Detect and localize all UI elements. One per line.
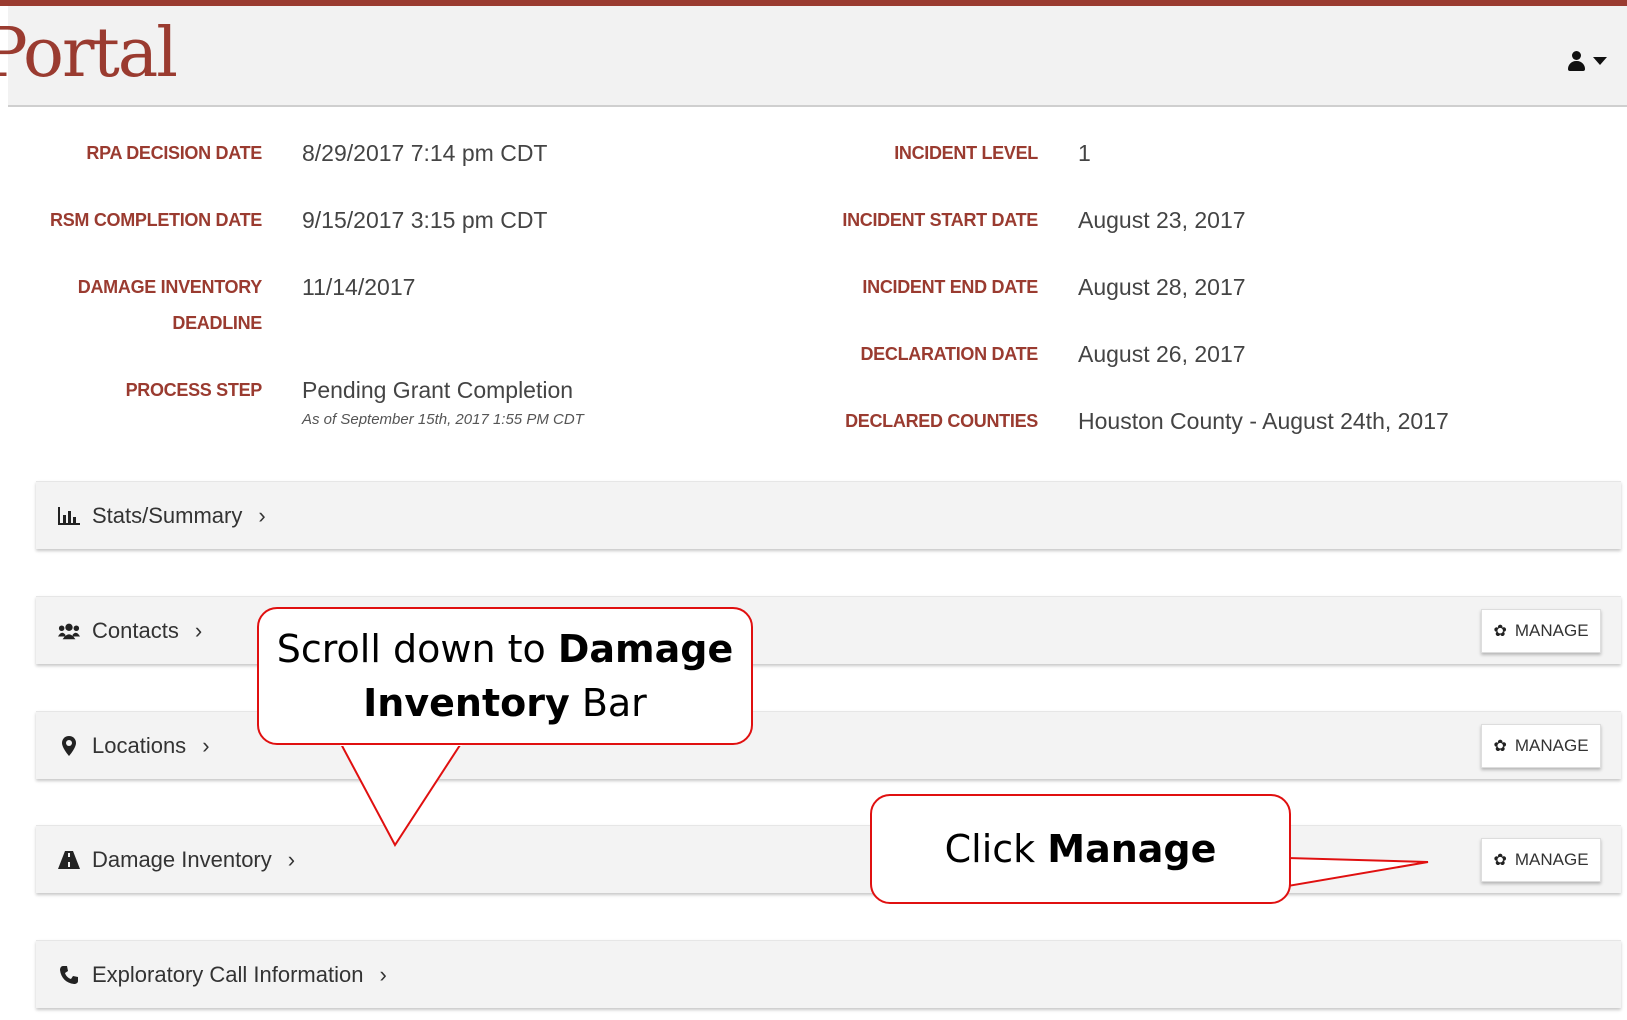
rsm-completion-date-value: 9/15/2017 3:15 pm CDT [302, 207, 548, 233]
section-label: Stats/Summary [92, 503, 243, 528]
section-label: Exploratory Call Information [92, 962, 364, 987]
contacts-manage-button[interactable]: ✿ MANAGE [1481, 609, 1601, 653]
rpa-decision-date-value: 8/29/2017 7:14 pm CDT [302, 140, 548, 166]
section-damage-inventory[interactable]: Damage Inventory › ✿ MANAGE [36, 825, 1621, 893]
users-icon [58, 620, 80, 642]
incident-end-date-label: INCIDENT END DATE [862, 277, 1038, 297]
section-label: Damage Inventory [92, 847, 272, 872]
bar-chart-icon [58, 505, 80, 527]
incident-level-value: 1 [1078, 140, 1091, 166]
callout-text: Scroll down to [276, 627, 558, 671]
process-step-value: Pending Grant Completion [302, 377, 574, 403]
gear-icon: ✿ [1493, 738, 1507, 755]
user-menu[interactable] [1567, 46, 1627, 76]
callout-text: Bar [569, 681, 647, 725]
phone-icon [58, 964, 80, 986]
chevron-right-icon: › [258, 503, 266, 528]
damage-inventory-deadline-label-line2: DEADLINE [172, 313, 262, 333]
process-step-label: PROCESS STEP [125, 380, 263, 400]
road-icon [58, 849, 80, 871]
locations-manage-button[interactable]: ✿ MANAGE [1481, 724, 1601, 768]
process-step-timestamp: As of September 15th, 2017 1:55 PM CDT [302, 411, 584, 428]
declaration-date-label: DECLARATION DATE [860, 344, 1038, 364]
incident-start-date-value: August 23, 2017 [1078, 207, 1246, 233]
gear-icon: ✿ [1493, 623, 1507, 640]
declaration-date-value: August 26, 2017 [1078, 341, 1246, 367]
section-exploratory-call-information[interactable]: Exploratory Call Information › [36, 940, 1621, 1008]
scroll-instruction-callout: Scroll down to Damage Inventory Bar [257, 607, 753, 745]
incident-level-label: INCIDENT LEVEL [894, 143, 1038, 163]
manage-button-label: MANAGE [1514, 850, 1589, 869]
app-header: Portal [0, 6, 1627, 107]
damage-inventory-deadline-label-line1: DAMAGE INVENTORY [77, 277, 263, 297]
callout-bold: Manage [1047, 827, 1217, 871]
damage-inventory-deadline-value: 11/14/2017 [302, 274, 416, 300]
map-marker-icon [58, 735, 80, 757]
chevron-right-icon: › [194, 618, 203, 643]
callout-bold: Inventory [363, 681, 570, 725]
callout-text: Click [944, 827, 1048, 871]
declared-counties-label: DECLARED COUNTIES [845, 411, 1038, 431]
section-stats-summary[interactable]: Stats/Summary › [36, 481, 1621, 549]
gear-icon: ✿ [1493, 852, 1507, 869]
rsm-completion-date-label: RSM COMPLETION DATE [50, 210, 262, 230]
click-manage-callout: Click Manage [870, 794, 1291, 904]
incident-end-date-value: August 28, 2017 [1078, 274, 1246, 300]
damage-inventory-manage-button[interactable]: ✿ MANAGE [1481, 838, 1601, 882]
declared-counties-value: Houston County - August 24th, 2017 [1078, 408, 1449, 434]
chevron-right-icon: › [202, 733, 210, 758]
callout-bold: Damage [557, 627, 734, 671]
section-label: Contacts [92, 618, 179, 643]
chevron-right-icon: › [379, 962, 387, 987]
incident-start-date-label: INCIDENT START DATE [842, 210, 1038, 230]
manage-button-label: MANAGE [1514, 621, 1589, 640]
chevron-right-icon: › [287, 847, 296, 872]
rpa-decision-date-label: RPA DECISION DATE [86, 143, 262, 163]
user-icon[interactable] [1567, 50, 1585, 72]
caret-down-icon[interactable] [1593, 57, 1607, 65]
section-label: Locations [92, 733, 187, 758]
manage-button-label: MANAGE [1514, 736, 1589, 755]
portal-logo: Portal [0, 14, 178, 93]
